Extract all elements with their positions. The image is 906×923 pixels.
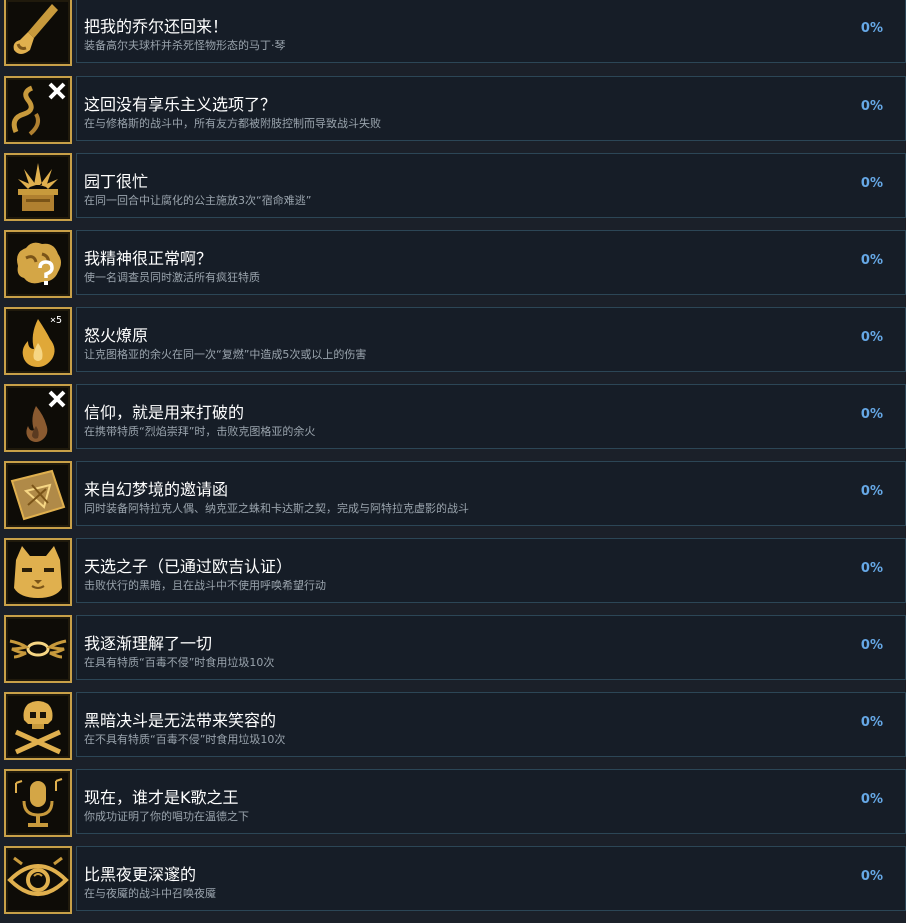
achievement-percent: 0% <box>860 330 883 345</box>
achievement-row[interactable]: 我逐渐理解了一切 在具有特质“百毒不侵”时食用垃圾10次 0% <box>0 615 906 692</box>
skull-crossbones-icon <box>4 692 72 760</box>
achievement-description: 在与夜魇的战斗中召唤夜魇 <box>84 887 216 900</box>
achievement-percent: 0% <box>860 21 883 36</box>
achievement-percent: 0% <box>860 407 883 422</box>
tentacle-cross-icon <box>4 76 72 144</box>
achievement-percent: 0% <box>860 869 883 884</box>
envelope-icon <box>4 461 72 529</box>
achievement-title: 园丁很忙 <box>84 172 149 191</box>
achievement-percent: 0% <box>860 715 883 730</box>
eye-icon <box>4 846 72 914</box>
microphone-icon <box>4 769 72 837</box>
achievement-panel: 天选之子（已通过欧吉认证） 击败伏行的黑暗，且在战斗中不使用呼唤希望行动 0% <box>76 538 906 603</box>
achievement-title: 比黑夜更深邃的 <box>84 865 197 884</box>
achievement-row[interactable]: 信仰，就是用来打破的 在携带特质“烈焰崇拜”时，击败克图格亚的余火 0% <box>0 384 906 461</box>
achievement-panel: 我精神很正常啊？ 使一名调查员同时激活所有疯狂特质 0% <box>76 230 906 295</box>
achievement-title: 我逐渐理解了一切 <box>84 634 213 653</box>
achievement-panel: 比黑夜更深邃的 在与夜魇的战斗中召唤夜魇 0% <box>76 846 906 911</box>
achievement-panel: 我逐渐理解了一切 在具有特质“百毒不侵”时食用垃圾10次 0% <box>76 615 906 680</box>
achievement-description: 在携带特质“烈焰崇拜”时，击败克图格亚的余火 <box>84 425 316 438</box>
achievement-percent: 0% <box>860 253 883 268</box>
achievement-row[interactable]: 天选之子（已通过欧吉认证） 击败伏行的黑暗，且在战斗中不使用呼唤希望行动 0% <box>0 538 906 615</box>
fire-x5-icon: ×5 <box>4 307 72 375</box>
achievement-percent: 0% <box>860 792 883 807</box>
brain-question-icon <box>4 230 72 298</box>
achievement-row[interactable]: 把我的乔尔还回来！ 装备高尔夫球杆并杀死怪物形态的马丁·琴 0% <box>0 0 906 75</box>
achievement-description: 你成功证明了你的唱功在温德之下 <box>84 810 249 823</box>
achievement-panel: 信仰，就是用来打破的 在携带特质“烈焰崇拜”时，击败克图格亚的余火 0% <box>76 384 906 449</box>
achievement-row[interactable]: 我精神很正常啊？ 使一名调查员同时激活所有疯狂特质 0% <box>0 230 906 307</box>
achievement-title: 来自幻梦境的邀请函 <box>84 480 229 499</box>
achievement-title: 天选之子（已通过欧吉认证） <box>84 557 293 576</box>
achievement-row[interactable]: 现在，谁才是K歌之王 你成功证明了你的唱功在温德之下 0% <box>0 769 906 846</box>
achievement-description: 在同一回合中让腐化的公主施放3次“宿命难逃” <box>84 194 312 207</box>
svg-text:×5: ×5 <box>50 315 62 326</box>
achievement-percent: 0% <box>860 99 883 114</box>
achievement-description: 在与修格斯的战斗中，所有友方都被附肢控制而导致战斗失败 <box>84 117 381 130</box>
achievement-row[interactable]: 园丁很忙 在同一回合中让腐化的公主施放3次“宿命难逃” 0% <box>0 153 906 230</box>
achievement-percent: 0% <box>860 176 883 191</box>
potted-plant-icon <box>4 153 72 221</box>
achievement-panel: 把我的乔尔还回来！ 装备高尔夫球杆并杀死怪物形态的马丁·琴 0% <box>76 0 906 63</box>
achievement-description: 在不具有特质“百毒不侵”时食用垃圾10次 <box>84 733 286 746</box>
achievement-description: 装备高尔夫球杆并杀死怪物形态的马丁·琴 <box>84 39 286 52</box>
achievement-row[interactable]: 来自幻梦境的邀请函 同时装备阿特拉克人偶、纳克亚之蛛和卡达斯之契，完成与阿特拉克… <box>0 461 906 538</box>
achievement-title: 这回没有享乐主义选项了？ <box>84 95 277 114</box>
achievement-row[interactable]: 黑暗决斗是无法带来笑容的 在不具有特质“百毒不侵”时食用垃圾10次 0% <box>0 692 906 769</box>
achievement-title: 黑暗决斗是无法带来笑容的 <box>84 711 277 730</box>
golf-club-icon <box>4 0 72 66</box>
achievement-description: 击败伏行的黑暗，且在战斗中不使用呼唤希望行动 <box>84 579 326 592</box>
achievement-description: 使一名调查员同时激活所有疯狂特质 <box>84 271 260 284</box>
achievement-description: 在具有特质“百毒不侵”时食用垃圾10次 <box>84 656 275 669</box>
ember-cross-icon <box>4 384 72 452</box>
cat-face-icon <box>4 538 72 606</box>
achievement-row[interactable]: 比黑夜更深邃的 在与夜魇的战斗中召唤夜魇 0% <box>0 846 906 923</box>
achievement-list: 把我的乔尔还回来！ 装备高尔夫球杆并杀死怪物形态的马丁·琴 0% 这回没有享乐主… <box>0 0 906 914</box>
achievement-title: 把我的乔尔还回来！ <box>84 17 229 36</box>
achievement-title: 信仰，就是用来打破的 <box>84 403 245 422</box>
achievement-title: 怒火燎原 <box>84 326 149 345</box>
achievement-panel: 这回没有享乐主义选项了？ 在与修格斯的战斗中，所有友方都被附肢控制而导致战斗失败… <box>76 76 906 141</box>
achievement-percent: 0% <box>860 638 883 653</box>
achievement-percent: 0% <box>860 484 883 499</box>
achievement-panel: 现在，谁才是K歌之王 你成功证明了你的唱功在温德之下 0% <box>76 769 906 834</box>
achievement-title: 我精神很正常啊？ <box>84 249 213 268</box>
achievement-percent: 0% <box>860 561 883 576</box>
achievement-title: 现在，谁才是K歌之王 <box>84 788 239 807</box>
achievement-panel: 来自幻梦境的邀请函 同时装备阿特拉克人偶、纳克亚之蛛和卡达斯之契，完成与阿特拉克… <box>76 461 906 526</box>
achievement-row[interactable]: ×5 怒火燎原 让克图格亚的余火在同一次“复燃”中造成5次或以上的伤害 0% <box>0 307 906 384</box>
winged-halo-icon <box>4 615 72 683</box>
achievement-description: 让克图格亚的余火在同一次“复燃”中造成5次或以上的伤害 <box>84 348 367 361</box>
achievement-row[interactable]: 这回没有享乐主义选项了？ 在与修格斯的战斗中，所有友方都被附肢控制而导致战斗失败… <box>0 76 906 153</box>
achievement-panel: 园丁很忙 在同一回合中让腐化的公主施放3次“宿命难逃” 0% <box>76 153 906 218</box>
achievement-description: 同时装备阿特拉克人偶、纳克亚之蛛和卡达斯之契，完成与阿特拉克虚影的战斗 <box>84 502 469 515</box>
achievement-panel: 黑暗决斗是无法带来笑容的 在不具有特质“百毒不侵”时食用垃圾10次 0% <box>76 692 906 757</box>
achievement-panel: 怒火燎原 让克图格亚的余火在同一次“复燃”中造成5次或以上的伤害 0% <box>76 307 906 372</box>
